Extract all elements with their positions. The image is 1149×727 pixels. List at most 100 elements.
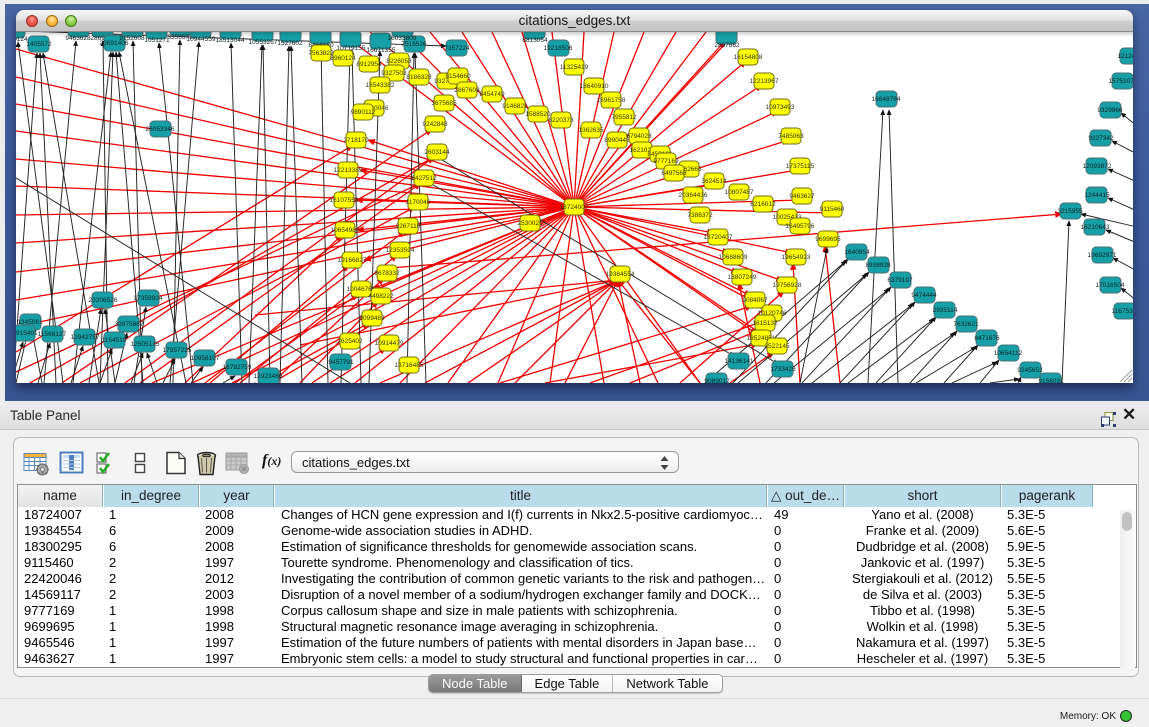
svg-text:18724007: 18724007	[560, 204, 589, 211]
svg-text:9242848: 9242848	[422, 121, 448, 128]
svg-text:9890112: 9890112	[351, 109, 376, 116]
svg-text:15751074: 15751074	[1109, 78, 1133, 85]
svg-text:10553267: 10553267	[249, 39, 278, 46]
svg-text:9463627: 9463627	[789, 193, 815, 200]
svg-text:1733426: 1733426	[770, 366, 796, 373]
svg-text:8454749: 8454749	[479, 91, 505, 98]
svg-text:18807249: 18807249	[728, 274, 757, 281]
svg-text:16782759: 16782759	[223, 364, 252, 371]
svg-text:10807487: 10807487	[725, 189, 754, 196]
svg-text:9084067: 9084067	[742, 297, 768, 304]
svg-text:7625402: 7625402	[337, 338, 363, 345]
svg-text:1640954: 1640954	[844, 249, 870, 256]
svg-text:9699695: 9699695	[815, 236, 841, 243]
svg-text:1615132: 1615132	[752, 320, 778, 327]
svg-text:20364436: 20364436	[679, 192, 708, 199]
svg-text:19218506: 19218506	[544, 45, 573, 52]
svg-text:17016504: 17016504	[1096, 282, 1125, 289]
svg-text:16495796: 16495796	[786, 223, 815, 230]
svg-text:10654112: 10654112	[994, 350, 1023, 357]
svg-text:11568127: 11568127	[38, 331, 67, 338]
svg-text:4498222: 4498222	[368, 293, 394, 300]
svg-text:26053346: 26053346	[146, 126, 175, 133]
svg-text:1527602: 1527602	[277, 40, 303, 47]
svg-text:10958107: 10958107	[191, 355, 220, 362]
svg-text:9099483: 9099483	[359, 315, 385, 322]
svg-text:12353594: 12353594	[386, 247, 415, 254]
svg-text:10654982: 10654982	[331, 227, 360, 234]
svg-text:3675685: 3675685	[431, 100, 457, 107]
svg-text:8226058: 8226058	[386, 58, 412, 65]
svg-text:6497568: 6497568	[661, 170, 687, 177]
svg-text:18720407: 18720407	[704, 234, 733, 241]
svg-text:1212481: 1212481	[1117, 53, 1133, 60]
svg-text:9146821: 9146821	[502, 103, 528, 110]
svg-text:8186328: 8186328	[406, 74, 432, 81]
svg-text:1405572: 1405572	[26, 41, 52, 48]
svg-text:2603144: 2603144	[424, 149, 450, 156]
svg-text:2935114: 2935114	[933, 307, 958, 314]
svg-text:1588520: 1588520	[525, 111, 551, 118]
svg-text:23206526: 23206526	[89, 297, 118, 304]
svg-text:2522145: 2522145	[764, 343, 790, 350]
svg-text:10973493: 10973493	[766, 104, 795, 111]
svg-text:8813054: 8813054	[522, 37, 548, 44]
svg-text:9474444: 9474444	[911, 292, 937, 299]
svg-text:18640910: 18640910	[580, 83, 609, 90]
svg-text:8678332: 8678332	[374, 270, 400, 277]
svg-text:1244415: 1244415	[1084, 192, 1110, 199]
svg-text:7955812: 7955812	[611, 114, 637, 121]
svg-text:3215955: 3215955	[1057, 208, 1083, 215]
svg-text:2887682: 2887682	[714, 42, 740, 49]
svg-text:10944559: 10944559	[187, 36, 216, 43]
svg-text:16107553: 16107553	[330, 197, 359, 204]
svg-text:16648784: 16648784	[872, 96, 901, 103]
svg-text:13716485: 13716485	[395, 362, 424, 369]
svg-text:8960124: 8960124	[330, 55, 356, 62]
svg-text:12093872: 12093872	[1083, 163, 1112, 170]
svg-text:7632621: 7632621	[953, 321, 979, 328]
svg-text:2530021: 2530021	[517, 220, 543, 227]
svg-text:8471676: 8471676	[974, 335, 1000, 342]
svg-text:3915401: 3915401	[16, 330, 38, 337]
svg-text:39975867: 39975867	[115, 321, 144, 328]
svg-text:7386372: 7386372	[687, 212, 713, 219]
svg-text:19166827: 19166827	[338, 257, 367, 264]
svg-text:2867608: 2867608	[454, 87, 480, 94]
svg-text:17359924: 17359924	[134, 295, 163, 302]
svg-text:7515526: 7515526	[401, 41, 427, 48]
svg-text:19756928: 19756928	[773, 282, 802, 289]
svg-text:12505135: 12505135	[131, 341, 160, 348]
svg-text:19692971: 19692971	[1088, 252, 1117, 259]
svg-text:9327503: 9327503	[381, 70, 407, 77]
svg-text:17957225: 17957225	[163, 347, 192, 354]
svg-text:12213389: 12213389	[334, 167, 363, 174]
svg-text:3624514: 3624514	[701, 178, 727, 185]
svg-text:16210643: 16210643	[1081, 224, 1110, 231]
svg-text:12923466: 12923466	[254, 373, 283, 380]
svg-text:16961758: 16961758	[597, 97, 626, 104]
svg-text:8938928: 8938928	[865, 262, 891, 269]
svg-text:12213967: 12213967	[750, 78, 779, 85]
svg-text:1362635: 1362635	[578, 127, 604, 134]
svg-text:3267110: 3267110	[396, 223, 421, 230]
svg-text:6794028: 6794028	[626, 133, 652, 140]
svg-text:9245652: 9245652	[1017, 367, 1043, 374]
svg-text:8427512: 8427512	[411, 175, 437, 182]
svg-text:1154519: 1154519	[102, 337, 127, 344]
svg-text:9457791: 9457791	[328, 359, 354, 366]
svg-text:2718170: 2718170	[343, 137, 369, 144]
svg-text:19654923: 19654923	[782, 254, 811, 261]
svg-text:1051271: 1051271	[144, 37, 170, 44]
svg-text:16543382: 16543382	[366, 82, 395, 89]
svg-text:12942757: 12942757	[71, 334, 100, 341]
svg-text:17375115: 17375115	[786, 163, 815, 170]
svg-text:10688609: 10688609	[719, 254, 748, 261]
svg-text:14136141: 14136141	[725, 358, 754, 365]
svg-text:9777169: 9777169	[653, 158, 679, 165]
svg-text:9227342: 9227342	[1088, 135, 1114, 142]
svg-text:10914479: 10914479	[375, 340, 404, 347]
svg-text:6379197: 6379197	[887, 277, 913, 284]
svg-text:8220373: 8220373	[548, 117, 574, 124]
svg-text:1170046: 1170046	[406, 199, 431, 206]
